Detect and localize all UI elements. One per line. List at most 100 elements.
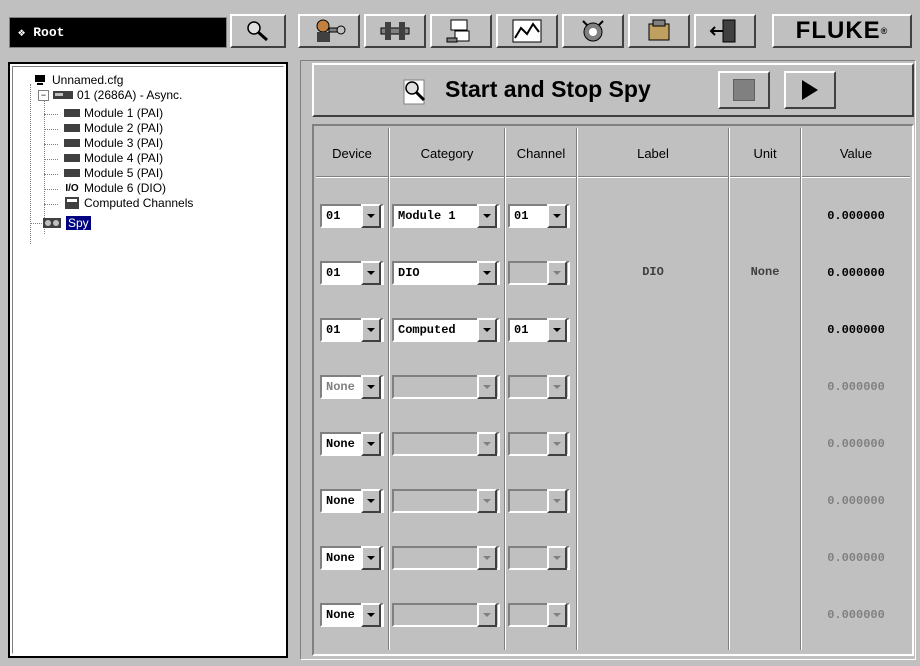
dropdown-arrow-icon[interactable] [547,432,567,456]
tree-module-2[interactable]: Module 2 (PAI) [64,121,163,135]
dropdown-arrow-icon[interactable] [361,375,381,399]
value-cell: 0.000000 [827,437,885,451]
device-select-value: None [326,380,355,394]
tree-module-label: Module 2 (PAI) [84,121,164,135]
device-select-value: 01 [326,209,341,223]
root-location-box[interactable]: ❖ Root [9,17,227,48]
dropdown-arrow-icon[interactable] [361,603,381,627]
dropdown-arrow-icon[interactable] [477,489,497,513]
tree-computed[interactable]: Computed Channels [64,196,193,210]
tree-module-6[interactable]: I/O Module 6 (DIO) [64,181,166,195]
start-button[interactable] [784,71,836,109]
dropdown-arrow-icon[interactable] [477,318,497,342]
category-select-value: Module 1 [398,209,456,223]
dropdown-arrow-icon[interactable] [361,204,381,228]
dropdown-arrow-icon[interactable] [547,318,567,342]
category-select[interactable] [392,603,500,627]
tree-module-3[interactable]: Module 3 (PAI) [64,136,163,150]
category-select[interactable] [392,375,500,399]
column-header-category: Category [420,145,474,161]
tree-module-5[interactable]: Module 5 (PAI) [64,166,163,180]
channel-select[interactable] [508,603,570,627]
category-select[interactable] [392,546,500,570]
channel-select[interactable] [508,489,570,513]
chart-button[interactable] [496,14,558,48]
device-select[interactable]: None [320,375,384,399]
computers-icon [446,19,470,43]
device-select[interactable]: None [320,603,384,627]
channel-select[interactable] [508,432,570,456]
device-select-value: 01 [326,266,341,280]
dropdown-arrow-icon[interactable] [477,204,497,228]
tree-spy[interactable]: Spy [42,216,91,230]
tree-module-label: Module 6 (DIO) [84,181,167,195]
stop-button[interactable] [718,71,770,109]
tree-module-1[interactable]: Module 1 (PAI) [64,106,163,120]
dropdown-arrow-icon[interactable] [547,546,567,570]
dropdown-arrow-icon[interactable] [361,432,381,456]
category-select[interactable]: DIO [392,261,500,285]
users-button[interactable] [298,14,360,48]
tree-module-label: Module 4 (PAI) [84,151,164,165]
dropdown-arrow-icon[interactable] [361,489,381,513]
device-select[interactable]: None [320,546,384,570]
category-select[interactable] [392,432,500,456]
channel-select[interactable]: 01 [508,204,570,228]
dropdown-arrow-icon[interactable] [477,603,497,627]
module-button[interactable] [628,14,690,48]
calculator-icon [64,197,80,209]
category-select[interactable]: Computed [392,318,500,342]
tree-instrument[interactable]: − 01 (2686A) - Async. [38,88,182,102]
tree-root-label: Unnamed.cfg [52,73,124,87]
device-select[interactable]: None [320,432,384,456]
label-cell: DIO [642,265,664,279]
category-select[interactable] [392,489,500,513]
dropdown-arrow-icon[interactable] [547,204,567,228]
configuration-tree[interactable]: Unnamed.cfg − 01 (2686A) - Async. Module… [8,62,288,658]
module-icon [64,152,80,164]
dropdown-arrow-icon[interactable] [547,489,567,513]
channel-select-value: 01 [514,209,529,223]
dropdown-arrow-icon[interactable] [547,261,567,285]
channel-select[interactable]: 01 [508,318,570,342]
dropdown-arrow-icon[interactable] [477,375,497,399]
channel-select[interactable] [508,261,570,285]
device-select[interactable]: 01 [320,318,384,342]
network-button[interactable] [364,14,426,48]
column-header-unit: Unit [753,145,777,161]
dropdown-arrow-icon[interactable] [477,261,497,285]
device-select[interactable]: 01 [320,204,384,228]
device-select-value: None [326,437,355,451]
play-icon [802,80,818,100]
device-select-value: 01 [326,323,341,337]
device-select[interactable]: None [320,489,384,513]
computers-button[interactable] [430,14,492,48]
device-select[interactable]: 01 [320,261,384,285]
value-cell: 0.000000 [827,266,885,280]
channel-select[interactable] [508,546,570,570]
column-header-value: Value [839,145,873,161]
column-header-device: Device [332,145,372,161]
collapse-icon[interactable]: − [38,89,49,101]
dropdown-arrow-icon[interactable] [477,432,497,456]
alarm-button[interactable] [562,14,624,48]
dropdown-arrow-icon[interactable] [547,375,567,399]
category-select[interactable]: Module 1 [392,204,500,228]
tree-root[interactable]: Unnamed.cfg [32,73,123,87]
tree-computed-label: Computed Channels [84,196,194,210]
exit-button[interactable] [694,14,756,48]
tree-instrument-label: 01 (2686A) - Async. [77,88,183,102]
exit-door-icon [709,19,736,43]
search-button[interactable] [230,14,286,48]
tree-module-4[interactable]: Module 4 (PAI) [64,151,163,165]
dropdown-arrow-icon[interactable] [361,261,381,285]
dropdown-arrow-icon[interactable] [547,603,567,627]
dropdown-arrow-icon[interactable] [361,318,381,342]
spy-search-icon [403,79,426,105]
unit-cell: None [750,265,780,279]
dropdown-arrow-icon[interactable] [477,546,497,570]
module-icon [64,137,80,149]
channel-select[interactable] [508,375,570,399]
dropdown-arrow-icon[interactable] [361,546,381,570]
value-cell: 0.000000 [827,380,885,394]
